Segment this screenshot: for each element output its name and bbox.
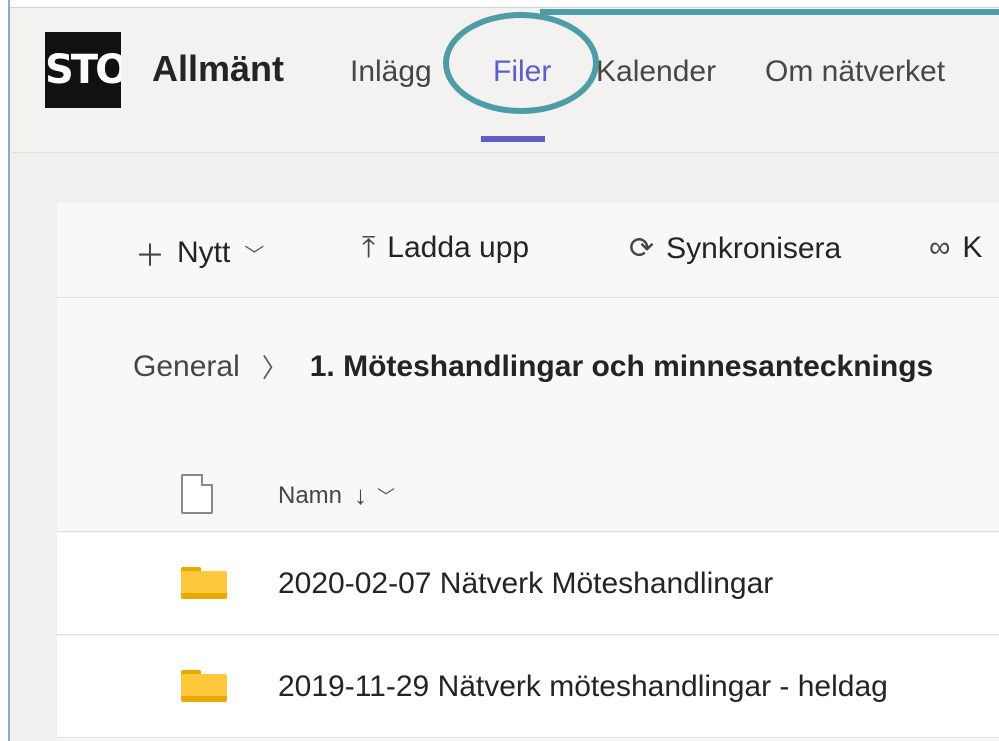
column-name-header[interactable]: Namn ↓ ﹀ [278, 480, 395, 511]
tab-filer[interactable]: Filer [493, 55, 551, 89]
link-icon: ∞ [929, 231, 951, 264]
column-name-label: Namn [278, 481, 343, 509]
sync-button[interactable]: ⟳ Synkronisera [629, 231, 841, 266]
breadcrumb-root[interactable]: General [133, 350, 240, 384]
list-item[interactable]: 2019-11-29 Nätverk möteshandlingar - hel… [57, 636, 999, 738]
channel-title: Allmänt [152, 48, 285, 89]
folder-icon [181, 670, 227, 702]
sync-button-label: Synkronisera [666, 231, 842, 265]
file-type-icon [181, 474, 213, 514]
window-top-border [0, 0, 999, 8]
new-button[interactable]: ＋ Nytt ﹀ [135, 231, 264, 275]
tab-om-natverket[interactable]: Om nätverket [765, 55, 945, 89]
breadcrumb-current: 1. Möteshandlingar och minnesantecknings [309, 349, 934, 383]
copy-link-button-label: K [962, 231, 983, 264]
folder-icon [181, 567, 227, 599]
chevron-down-icon: ﹀ [377, 486, 396, 507]
sort-arrow-down-icon: ↓ [354, 480, 368, 510]
chevron-down-icon: ﹀ [244, 244, 265, 267]
tab-inlagg[interactable]: Inlägg [350, 55, 432, 89]
chevron-right-icon: 〉 [261, 353, 288, 383]
files-toolbar: ＋ Nytt ﹀ ⤒ Ladda upp ⟳ Synkronisera ∞ K [57, 203, 999, 298]
list-item-name: 2020-02-07 Nätverk Möteshandlingar [278, 567, 774, 600]
breadcrumb: General 〉 1. Möteshandlingar och minnesa… [133, 348, 933, 385]
upload-icon: ⤒ [362, 231, 376, 264]
active-tab-indicator [481, 136, 545, 142]
plus-icon: ＋ [135, 240, 165, 273]
copy-link-button[interactable]: ∞ K [929, 231, 982, 265]
files-content: General 〉 1. Möteshandlingar och minnesa… [57, 298, 999, 741]
column-header-row: Namn ↓ ﹀ [57, 458, 999, 532]
list-item-name: 2019-11-29 Nätverk möteshandlingar - hel… [278, 670, 888, 703]
upload-button-label: Ladda upp [387, 231, 530, 264]
upload-button[interactable]: ⤒ Ladda upp [362, 231, 529, 265]
new-button-label: Nytt [177, 236, 231, 269]
sync-icon: ⟳ [629, 232, 655, 265]
team-logo: STO [45, 32, 121, 108]
window-left-border [0, 0, 10, 741]
tab-kalender[interactable]: Kalender [596, 55, 716, 89]
list-item[interactable]: 2020-02-07 Nätverk Möteshandlingar [57, 533, 999, 635]
callout-line [540, 9, 999, 15]
